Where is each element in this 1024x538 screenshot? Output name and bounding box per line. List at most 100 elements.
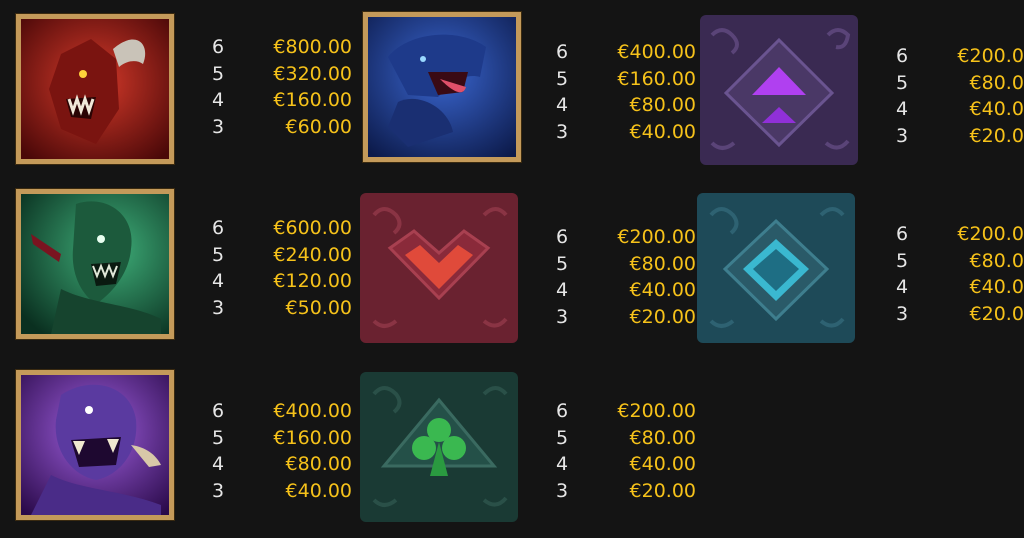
red-heart-symbol: [360, 193, 518, 343]
purple-diamond-icon: [700, 15, 858, 165]
blue-beast-pays: 6 €400.00 5 €160.00 4 €80.00 3 €40.00: [556, 39, 696, 145]
match-count: 5: [556, 252, 569, 275]
payout-value: €80.00: [969, 71, 1024, 94]
match-count: 4: [556, 94, 569, 117]
pay-row: 6 €800.00: [212, 34, 352, 61]
payout-value: €80.00: [285, 453, 352, 476]
match-count: 5: [896, 249, 909, 272]
pay-row: 4 €80.00: [556, 92, 696, 119]
match-count: 6: [556, 41, 569, 64]
payout-value: €80.00: [629, 252, 696, 275]
pay-row: 6 €200.00: [556, 224, 696, 251]
payout-value: €240.00: [273, 243, 352, 266]
purple-ogre-pays: 6 €400.00 5 €160.00 4 €80.00 3 €40.00: [212, 398, 352, 504]
purple-ogre-symbol: [16, 370, 174, 520]
pay-row: 5 €80.00: [896, 70, 1024, 97]
match-count: 6: [896, 45, 909, 68]
match-count: 5: [212, 62, 225, 85]
match-count: 3: [212, 115, 225, 138]
pay-row: 6 €400.00: [556, 39, 696, 66]
match-count: 6: [212, 400, 225, 423]
pay-row: 3 €50.00: [212, 295, 352, 322]
green-ghoul-symbol: [16, 189, 174, 339]
pay-row: 6 €200.00: [896, 221, 1024, 248]
purple-ogre-icon: [21, 375, 169, 515]
club-icon: [360, 372, 518, 522]
green-ghoul-icon: [21, 194, 169, 334]
payout-value: €160.00: [273, 426, 352, 449]
payout-value: €120.00: [273, 270, 352, 293]
teal-diamond-symbol: [697, 193, 855, 343]
red-heart-pays: 6 €200.00 5 €80.00 4 €40.00 3 €20.00: [556, 224, 696, 330]
payout-value: €40.00: [629, 120, 696, 143]
payout-value: €40.00: [969, 276, 1024, 299]
payout-value: €320.00: [273, 62, 352, 85]
red-demon-pays: 6 €800.00 5 €320.00 4 €160.00 3 €60.00: [212, 34, 352, 140]
match-count: 4: [212, 89, 225, 112]
payout-value: €160.00: [617, 67, 696, 90]
match-count: 4: [212, 270, 225, 293]
pay-row: 3 €20.00: [896, 301, 1024, 328]
payout-value: €20.00: [629, 305, 696, 328]
green-club-symbol: [360, 372, 518, 522]
match-count: 6: [212, 36, 225, 59]
payout-value: €800.00: [273, 36, 352, 59]
pay-row: 6 €200.00: [896, 43, 1024, 70]
match-count: 5: [896, 71, 909, 94]
match-count: 3: [556, 305, 569, 328]
green-club-pays: 6 €200.00 5 €80.00 4 €40.00 3 €20.00: [556, 398, 696, 504]
red-demon-symbol: [16, 14, 174, 164]
red-demon-icon: [21, 19, 169, 159]
payout-value: €600.00: [273, 217, 352, 240]
pay-row: 5 €240.00: [212, 242, 352, 269]
pay-row: 3 €40.00: [556, 119, 696, 146]
payout-value: €400.00: [617, 41, 696, 64]
payout-value: €200.00: [957, 45, 1024, 68]
pay-row: 3 €20.00: [556, 478, 696, 505]
match-count: 5: [556, 67, 569, 90]
payout-value: €80.00: [629, 426, 696, 449]
match-count: 4: [896, 98, 909, 121]
match-count: 6: [896, 223, 909, 246]
green-ghoul-pays: 6 €600.00 5 €240.00 4 €120.00 3 €50.00: [212, 215, 352, 321]
match-count: 6: [556, 400, 569, 423]
pay-row: 3 €40.00: [212, 478, 352, 505]
match-count: 4: [212, 453, 225, 476]
pay-row: 4 €80.00: [212, 451, 352, 478]
pay-row: 5 €80.00: [556, 251, 696, 278]
pay-row: 5 €320.00: [212, 61, 352, 88]
match-count: 3: [896, 302, 909, 325]
payout-value: €20.00: [629, 479, 696, 502]
payout-value: €40.00: [629, 279, 696, 302]
match-count: 3: [556, 120, 569, 143]
payout-value: €40.00: [969, 98, 1024, 121]
teal-diamond-pays: 6 €200.00 5 €80.00 4 €40.00 3 €20.00: [896, 221, 1024, 327]
pay-row: 3 €60.00: [212, 114, 352, 141]
pay-row: 5 €160.00: [212, 425, 352, 452]
heart-icon: [360, 193, 518, 343]
match-count: 6: [212, 217, 225, 240]
pay-row: 5 €80.00: [556, 425, 696, 452]
pay-row: 4 €160.00: [212, 87, 352, 114]
match-count: 3: [212, 479, 225, 502]
pay-row: 4 €40.00: [896, 274, 1024, 301]
payout-value: €60.00: [285, 115, 352, 138]
match-count: 3: [212, 296, 225, 319]
pay-row: 4 €120.00: [212, 268, 352, 295]
payout-value: €20.00: [969, 124, 1024, 147]
pay-row: 5 €160.00: [556, 66, 696, 93]
match-count: 4: [896, 276, 909, 299]
blue-beast-symbol: [363, 12, 521, 162]
pay-row: 4 €40.00: [556, 277, 696, 304]
pay-row: 3 €20.00: [556, 304, 696, 331]
match-count: 4: [556, 453, 569, 476]
match-count: 4: [556, 279, 569, 302]
payout-value: €50.00: [285, 296, 352, 319]
payout-value: €80.00: [629, 94, 696, 117]
blue-beast-icon: [368, 17, 516, 157]
pay-row: 6 €200.00: [556, 398, 696, 425]
payout-value: €200.00: [957, 223, 1024, 246]
payout-value: €80.00: [969, 249, 1024, 272]
pay-row: 4 €40.00: [556, 451, 696, 478]
payout-value: €20.00: [969, 302, 1024, 325]
